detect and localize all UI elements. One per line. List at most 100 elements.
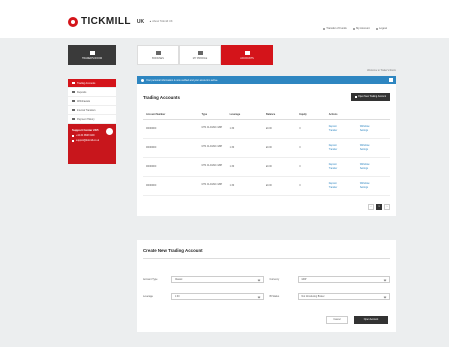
plus-icon bbox=[354, 96, 357, 98]
sidebar-item-label: Deposits bbox=[77, 90, 87, 94]
link-label: Transfer of Funds bbox=[326, 27, 347, 30]
link-label: Logout bbox=[379, 27, 387, 30]
header-links: Transfer of Funds My Account Logout bbox=[322, 27, 387, 30]
table-row: 00000000 MT4 CLASSIC GBP 1:30 £0.00 0 De… bbox=[143, 176, 390, 196]
withdraw-icon bbox=[72, 99, 75, 103]
chevron-down-icon bbox=[257, 295, 260, 299]
nav-bonuses[interactable]: BONUSES bbox=[137, 45, 179, 65]
withdraw-link[interactable]: Withdraw bbox=[360, 145, 387, 147]
brand-logo[interactable]: TICKMILL UK ▲ About Tickmill UK bbox=[68, 16, 173, 27]
gift-icon bbox=[155, 50, 161, 55]
transfer-icon bbox=[322, 27, 325, 30]
cell-leverage: 1:30 bbox=[226, 176, 263, 196]
select-value: GBP bbox=[301, 278, 307, 281]
link-label: My Account bbox=[356, 27, 370, 30]
next-page-button[interactable]: › bbox=[384, 203, 390, 210]
cell-type: MT4 CLASSIC GBP bbox=[198, 176, 227, 196]
transfer-link[interactable]: Transfer bbox=[329, 168, 356, 170]
open-new-account-button[interactable]: Open New Trading Account bbox=[350, 93, 390, 101]
cell-account: 00000000 bbox=[143, 176, 199, 196]
col-type[interactable]: Type bbox=[198, 111, 227, 120]
col-leverage[interactable]: Leverage bbox=[226, 111, 263, 120]
sidebar-item-label: Internal Transfers bbox=[77, 108, 96, 112]
transfer-link[interactable]: Transfer bbox=[329, 187, 356, 189]
settings-link[interactable]: Settings bbox=[360, 187, 387, 189]
cell-actions: Deposit Withdraw Transfer Settings bbox=[325, 176, 390, 196]
cell-account: 00000000 bbox=[143, 138, 199, 158]
deposit-link[interactable]: Deposit bbox=[329, 164, 356, 166]
sidebar-item-internal-transfers[interactable]: Internal Transfers bbox=[68, 106, 116, 115]
accounts-icon bbox=[244, 50, 250, 55]
settings-link[interactable]: Settings bbox=[360, 130, 387, 132]
nav-accounts[interactable]: ACCOUNTS bbox=[221, 45, 273, 65]
prev-page-button[interactable]: ‹ bbox=[368, 203, 374, 210]
leverage-select[interactable]: 1:30 bbox=[171, 293, 264, 300]
col-account-number[interactable]: Account Number bbox=[143, 111, 199, 120]
regulation-note[interactable]: ▲ About Tickmill UK bbox=[149, 20, 172, 23]
cell-account: 00000000 bbox=[143, 157, 199, 177]
deposit-link[interactable]: Deposit bbox=[329, 126, 356, 128]
user-icon bbox=[352, 27, 355, 30]
table-row: 00000000 MT4 CLASSIC GBP 1:30 £0.00 0 De… bbox=[143, 157, 390, 177]
cell-balance: £0.00 bbox=[263, 157, 297, 177]
cell-actions: Deposit Withdraw Transfer Settings bbox=[325, 138, 390, 158]
nav-my-profile[interactable]: MY PROFILE bbox=[179, 45, 221, 65]
cell-balance: £0.00 bbox=[263, 119, 297, 139]
cell-actions: Deposit Withdraw Transfer Settings bbox=[325, 157, 390, 177]
settings-link[interactable]: Settings bbox=[360, 168, 387, 170]
cell-actions: Deposit Withdraw Transfer Settings bbox=[325, 119, 390, 139]
page-title: Trading Accounts bbox=[143, 94, 180, 100]
close-icon[interactable] bbox=[389, 78, 393, 82]
sidebar-item-label: Trading Accounts bbox=[77, 81, 96, 85]
withdraw-link[interactable]: Withdraw bbox=[360, 164, 387, 166]
deposit-link[interactable]: Deposit bbox=[329, 183, 356, 185]
select-value: Classic bbox=[175, 278, 183, 281]
link-transfer-funds[interactable]: Transfer of Funds bbox=[322, 27, 347, 30]
ib-status-select[interactable]: Not Introducing Broker bbox=[297, 293, 390, 300]
support-email-text: support@tickmill.co.uk bbox=[76, 140, 100, 142]
cell-equity: 0 bbox=[296, 119, 326, 139]
col-balance[interactable]: Balance bbox=[263, 111, 297, 120]
link-logout[interactable]: Logout bbox=[375, 27, 387, 30]
cell-account: 00000000 bbox=[143, 119, 199, 139]
col-equity[interactable]: Equity bbox=[296, 111, 326, 120]
sidebar-item-withdrawals[interactable]: Withdrawals bbox=[68, 97, 116, 106]
withdraw-link[interactable]: Withdraw bbox=[360, 126, 387, 128]
cancel-button[interactable]: Cancel bbox=[326, 316, 348, 324]
submit-open-account-button[interactable]: Open Account bbox=[354, 316, 388, 324]
sidebar-item-trading-accounts[interactable]: Trading Accounts bbox=[68, 79, 116, 88]
cell-equity: 0 bbox=[296, 176, 326, 196]
nav-label: MY PROFILE bbox=[192, 56, 208, 60]
top-header: TICKMILL UK ▲ About Tickmill UK Transfer… bbox=[0, 0, 449, 38]
transfer-link[interactable]: Transfer bbox=[329, 130, 356, 132]
nav-label: ACCOUNTS bbox=[240, 56, 254, 60]
cell-balance: £0.00 bbox=[263, 176, 297, 196]
support-icon bbox=[106, 128, 113, 135]
logo-mark-icon bbox=[68, 16, 78, 27]
sidebar-item-label: Payment History bbox=[77, 117, 95, 121]
create-account-form: Account Type Classic Currency GBP Levera… bbox=[143, 276, 390, 310]
link-my-account[interactable]: My Account bbox=[352, 27, 370, 30]
history-icon bbox=[72, 117, 75, 121]
deposit-link[interactable]: Deposit bbox=[329, 145, 356, 147]
create-account-panel: Create New Trading Account Account Type … bbox=[137, 240, 396, 332]
transfer-link[interactable]: Transfer bbox=[329, 149, 356, 151]
account-type-select[interactable]: Classic bbox=[171, 276, 264, 283]
support-email[interactable]: support@tickmill.co.uk bbox=[72, 140, 112, 142]
col-actions: Actions bbox=[325, 111, 390, 120]
currency-select[interactable]: GBP bbox=[297, 276, 390, 283]
support-title: Support Center 24/5 bbox=[72, 128, 99, 132]
nav-label: TRADER'S ROOM bbox=[82, 56, 102, 60]
select-value: 1:30 bbox=[175, 295, 180, 298]
sidebar-item-payment-history[interactable]: Payment History bbox=[68, 115, 116, 124]
sidebar-item-deposits[interactable]: Deposits bbox=[68, 88, 116, 97]
support-phone[interactable]: +44 20 3608 6100 bbox=[72, 135, 112, 137]
settings-link[interactable]: Settings bbox=[360, 149, 387, 151]
cell-leverage: 1:30 bbox=[226, 119, 263, 139]
accounts-table: Account Number Type Leverage Balance Equ… bbox=[143, 111, 390, 196]
page-1-button[interactable]: 1 bbox=[376, 203, 382, 210]
trading-accounts-panel: Trading Accounts Open New Trading Accoun… bbox=[137, 84, 396, 216]
withdraw-link[interactable]: Withdraw bbox=[360, 183, 387, 185]
main-content: Welcome to Trader's Room Your personal i… bbox=[137, 69, 396, 216]
nav-traders-room[interactable]: TRADER'S ROOM bbox=[68, 45, 116, 65]
